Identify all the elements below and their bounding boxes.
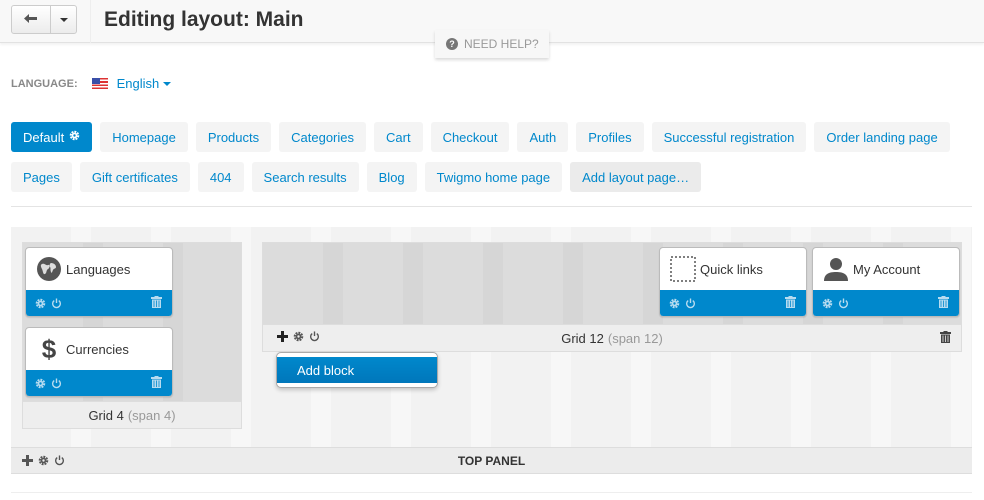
grid-name: Grid 4: [88, 407, 124, 423]
tab-order-landing-page[interactable]: Order landing page: [814, 122, 950, 152]
trash-icon[interactable]: [151, 376, 162, 388]
power-icon[interactable]: [54, 455, 65, 466]
tab-search-results[interactable]: Search results: [251, 162, 359, 192]
user-icon: [823, 256, 849, 282]
container-tools: [22, 455, 65, 466]
grid-name: Grid 12: [561, 330, 604, 346]
tab-pages[interactable]: Pages: [11, 162, 72, 192]
power-icon[interactable]: [685, 297, 696, 309]
language-selector-row: LANGUAGE: English: [11, 76, 172, 91]
tab-gift-certificates[interactable]: Gift certificates: [79, 162, 190, 192]
tab-profiles[interactable]: Profiles: [576, 122, 644, 152]
question-circle-icon: ?: [446, 38, 458, 50]
grid-span: (span 4): [127, 407, 176, 423]
power-icon[interactable]: [51, 377, 62, 389]
tab-categories[interactable]: Categories: [279, 122, 366, 152]
block-title: My Account: [853, 261, 921, 277]
block-quick-links[interactable]: Quick links: [659, 247, 807, 317]
grid-tools: [277, 331, 320, 342]
gear-icon[interactable]: [69, 130, 80, 144]
us-flag-icon: [91, 78, 108, 89]
back-button[interactable]: [12, 6, 51, 33]
add-block-menu-item[interactable]: Add block: [277, 357, 437, 383]
back-dropdown-button[interactable]: [51, 6, 76, 33]
globe-icon: [36, 256, 62, 282]
gear-icon[interactable]: [293, 331, 304, 342]
grid-span: (span 12): [607, 330, 663, 346]
block-toolbar: [813, 290, 959, 316]
block-toolbar: [26, 290, 172, 316]
tab-twigmo-home-page[interactable]: Twigmo home page: [424, 162, 563, 192]
header-divider: [90, 0, 91, 43]
language-value: English: [116, 76, 160, 91]
tab-homepage[interactable]: Homepage: [100, 122, 188, 152]
power-icon[interactable]: [51, 297, 62, 309]
tab-default[interactable]: Default: [11, 122, 93, 152]
tab-label: Default: [23, 129, 65, 145]
caret-down-icon: [163, 81, 172, 86]
block-title: Currencies: [66, 341, 129, 357]
trash-icon[interactable]: [940, 331, 951, 343]
layout-tabs-row-1: Default Homepage Products Categories Car…: [11, 122, 971, 152]
caret-down-icon: [59, 17, 68, 22]
block-title: Languages: [66, 261, 131, 277]
block-currencies[interactable]: $ Currencies: [25, 327, 173, 397]
power-icon[interactable]: [309, 331, 320, 342]
top-panel-label: TOP PANEL: [457, 453, 526, 468]
trash-icon[interactable]: [151, 296, 162, 308]
tab-products[interactable]: Products: [195, 122, 272, 152]
tab-blog[interactable]: Blog: [366, 162, 417, 192]
divider: [11, 206, 972, 207]
top-panel-bar: TOP PANEL: [11, 447, 972, 474]
page-title: Editing layout: Main: [104, 8, 304, 31]
trash-icon[interactable]: [785, 296, 796, 308]
block-toolbar: [660, 290, 806, 316]
tab-404[interactable]: 404: [197, 162, 244, 192]
plus-icon[interactable]: [277, 331, 288, 342]
layout-tabs-row-2: Pages Gift certificates 404 Search resul…: [11, 162, 971, 192]
need-help-label: NEED HELP?: [464, 37, 539, 51]
dollar-icon: $: [41, 333, 57, 364]
add-dropdown-menu: Add block: [276, 352, 438, 388]
dotted-square-icon: [670, 256, 696, 282]
divider: [11, 492, 972, 493]
gear-icon[interactable]: [35, 298, 46, 309]
language-dropdown[interactable]: English: [117, 76, 172, 91]
gear-icon[interactable]: [35, 378, 46, 389]
back-button-group: [11, 5, 77, 34]
tab-cart[interactable]: Cart: [374, 122, 423, 152]
plus-icon[interactable]: [22, 455, 33, 466]
gear-icon[interactable]: [669, 298, 680, 309]
block-languages[interactable]: Languages: [25, 247, 173, 317]
add-layout-page-button[interactable]: Add layout page…: [570, 162, 702, 192]
tab-auth[interactable]: Auth: [517, 122, 569, 152]
block-my-account[interactable]: My Account: [812, 247, 960, 317]
need-help-button[interactable]: ? NEED HELP?: [435, 30, 549, 58]
power-icon[interactable]: [838, 297, 849, 309]
gear-icon[interactable]: [38, 455, 49, 466]
grid-12-footer: Grid 12 (span 12): [263, 324, 961, 351]
block-title: Quick links: [700, 261, 763, 277]
trash-icon[interactable]: [938, 296, 949, 308]
gear-icon[interactable]: [822, 298, 833, 309]
language-label: LANGUAGE:: [11, 77, 78, 90]
tab-successful-registration[interactable]: Successful registration: [651, 122, 807, 152]
arrow-back-icon: [24, 11, 38, 29]
tab-checkout[interactable]: Checkout: [430, 122, 510, 152]
block-toolbar: [26, 370, 172, 396]
grid-4-footer: Grid 4 (span 4): [23, 401, 241, 428]
